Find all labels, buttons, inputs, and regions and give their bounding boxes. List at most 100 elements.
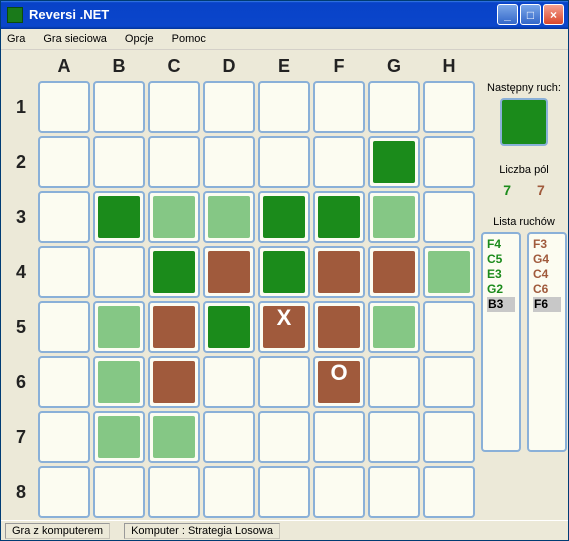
cell-F6[interactable]: O <box>313 356 365 408</box>
cell-G3[interactable] <box>368 191 420 243</box>
move-C6[interactable]: C6 <box>533 282 561 297</box>
maximize-button[interactable]: □ <box>520 4 541 25</box>
piece-green <box>318 196 360 238</box>
cell-B1[interactable] <box>93 81 145 133</box>
menu-gra-sieciowa[interactable]: Gra sieciowa <box>43 33 107 45</box>
cell-G4[interactable] <box>368 246 420 298</box>
row-header-8: 8 <box>7 466 35 518</box>
cell-D1[interactable] <box>203 81 255 133</box>
cell-G8[interactable] <box>368 466 420 518</box>
cell-B3[interactable] <box>93 191 145 243</box>
move-list-green[interactable]: F4C5E3G2B3 <box>481 232 521 452</box>
cell-A4[interactable] <box>38 246 90 298</box>
menu-opcje[interactable]: Opcje <box>125 33 154 45</box>
piece-green <box>98 196 140 238</box>
move-F4[interactable]: F4 <box>487 237 515 252</box>
cell-F8[interactable] <box>313 466 365 518</box>
cell-E3[interactable] <box>258 191 310 243</box>
menu-pomoc[interactable]: Pomoc <box>172 33 206 45</box>
move-B3[interactable]: B3 <box>487 297 515 312</box>
move-list-brown[interactable]: F3G4C4C6F6 <box>527 232 567 452</box>
cell-H6[interactable] <box>423 356 475 408</box>
cell-C1[interactable] <box>148 81 200 133</box>
cell-F4[interactable] <box>313 246 365 298</box>
cell-F1[interactable] <box>313 81 365 133</box>
col-header-E: E <box>258 54 310 78</box>
cell-E5[interactable]: X <box>258 301 310 353</box>
cell-A1[interactable] <box>38 81 90 133</box>
menu-gra[interactable]: Gra <box>7 33 25 45</box>
cell-C2[interactable] <box>148 136 200 188</box>
cell-D7[interactable] <box>203 411 255 463</box>
next-move-label: Następny ruch: <box>487 82 561 94</box>
cell-F7[interactable] <box>313 411 365 463</box>
row-header-5: 5 <box>7 301 35 353</box>
cell-B4[interactable] <box>93 246 145 298</box>
col-header-B: B <box>93 54 145 78</box>
cell-A3[interactable] <box>38 191 90 243</box>
game-board: ABCDEFGH12345X6O78 <box>7 54 475 518</box>
cell-D5[interactable] <box>203 301 255 353</box>
cell-C4[interactable] <box>148 246 200 298</box>
cell-H7[interactable] <box>423 411 475 463</box>
move-F6[interactable]: F6 <box>533 297 561 312</box>
cell-C8[interactable] <box>148 466 200 518</box>
cell-E2[interactable] <box>258 136 310 188</box>
cell-B5[interactable] <box>93 301 145 353</box>
cell-B2[interactable] <box>93 136 145 188</box>
move-C4[interactable]: C4 <box>533 267 561 282</box>
cell-H4[interactable] <box>423 246 475 298</box>
cell-A5[interactable] <box>38 301 90 353</box>
cell-D4[interactable] <box>203 246 255 298</box>
piece-lgreen <box>153 196 195 238</box>
score-counts: 7 7 <box>503 182 545 198</box>
cell-A6[interactable] <box>38 356 90 408</box>
cell-H3[interactable] <box>423 191 475 243</box>
piece-lgreen <box>98 306 140 348</box>
move-F3[interactable]: F3 <box>533 237 561 252</box>
cell-E6[interactable] <box>258 356 310 408</box>
cell-C5[interactable] <box>148 301 200 353</box>
cell-F3[interactable] <box>313 191 365 243</box>
cell-B8[interactable] <box>93 466 145 518</box>
cell-A7[interactable] <box>38 411 90 463</box>
cell-E7[interactable] <box>258 411 310 463</box>
cell-C3[interactable] <box>148 191 200 243</box>
move-C5[interactable]: C5 <box>487 252 515 267</box>
move-G4[interactable]: G4 <box>533 252 561 267</box>
cell-E8[interactable] <box>258 466 310 518</box>
titlebar[interactable]: Reversi .NET _ □ × <box>1 1 568 29</box>
cell-H1[interactable] <box>423 81 475 133</box>
cell-A2[interactable] <box>38 136 90 188</box>
cell-C6[interactable] <box>148 356 200 408</box>
cell-F2[interactable] <box>313 136 365 188</box>
cell-G1[interactable] <box>368 81 420 133</box>
cell-D2[interactable] <box>203 136 255 188</box>
cell-G5[interactable] <box>368 301 420 353</box>
cell-D3[interactable] <box>203 191 255 243</box>
move-G2[interactable]: G2 <box>487 282 515 297</box>
close-button[interactable]: × <box>543 4 564 25</box>
cell-E4[interactable] <box>258 246 310 298</box>
cell-D8[interactable] <box>203 466 255 518</box>
menubar: Gra Gra sieciowa Opcje Pomoc <box>1 29 568 51</box>
cell-D6[interactable] <box>203 356 255 408</box>
row-header-7: 7 <box>7 411 35 463</box>
cell-C7[interactable] <box>148 411 200 463</box>
minimize-button[interactable]: _ <box>497 4 518 25</box>
cell-H5[interactable] <box>423 301 475 353</box>
cell-B7[interactable] <box>93 411 145 463</box>
window-buttons: _ □ × <box>497 4 564 25</box>
cell-G7[interactable] <box>368 411 420 463</box>
app-window: Reversi .NET _ □ × Gra Gra sieciowa Opcj… <box>0 0 569 541</box>
cell-B6[interactable] <box>93 356 145 408</box>
cell-G6[interactable] <box>368 356 420 408</box>
cell-H2[interactable] <box>423 136 475 188</box>
piece-lgreen <box>153 416 195 458</box>
cell-G2[interactable] <box>368 136 420 188</box>
cell-H8[interactable] <box>423 466 475 518</box>
cell-A8[interactable] <box>38 466 90 518</box>
move-E3[interactable]: E3 <box>487 267 515 282</box>
cell-F5[interactable] <box>313 301 365 353</box>
cell-E1[interactable] <box>258 81 310 133</box>
